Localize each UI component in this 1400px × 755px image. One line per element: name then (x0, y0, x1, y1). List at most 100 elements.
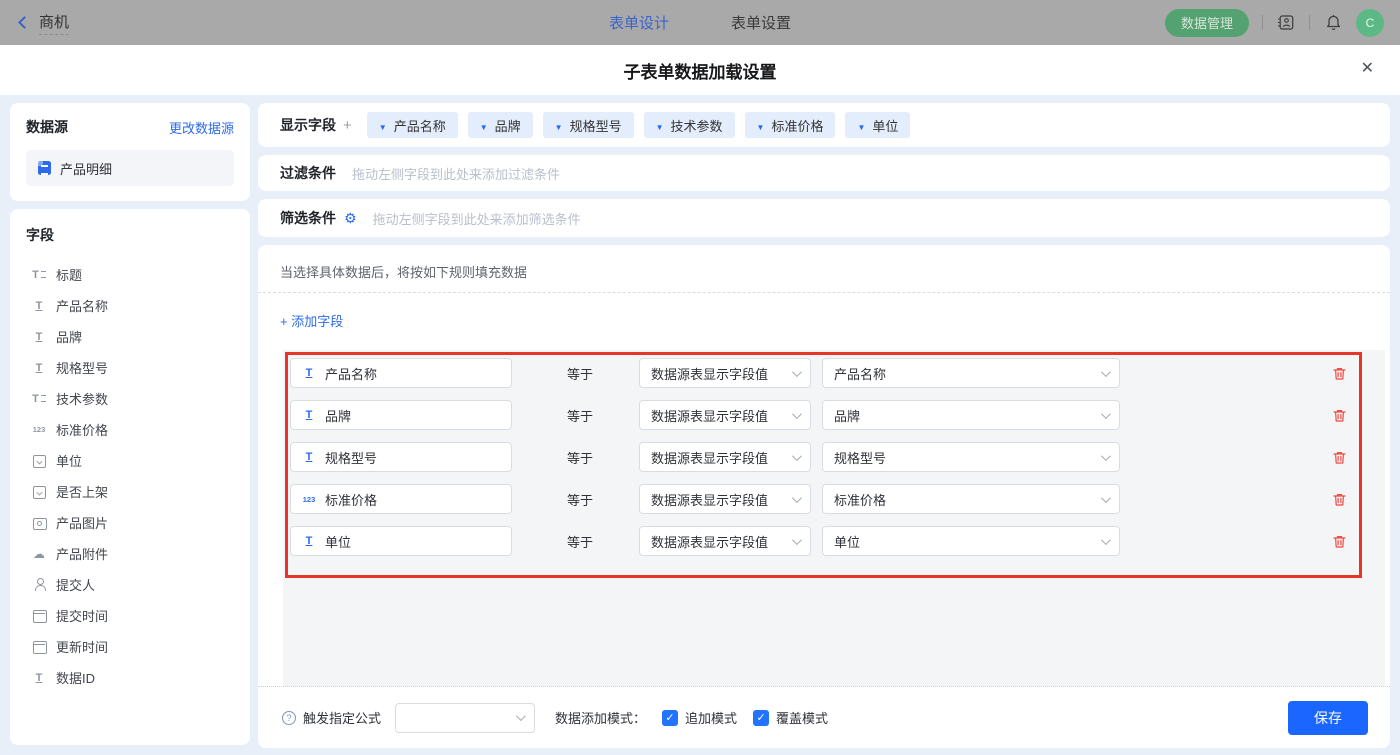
modal-body: 数据源 更改数据源 产品明细 字段 标题 产品名称 品牌 规格型号 技术参数 标… (0, 95, 1400, 755)
datasource-title: 数据源 (26, 117, 68, 137)
save-button[interactable]: 保存 (1288, 701, 1368, 735)
field-item[interactable]: 产品名称 (26, 290, 234, 321)
tag-label: 规格型号 (570, 116, 622, 135)
date-field-icon (31, 639, 47, 654)
field-item[interactable]: 标准价格 (26, 414, 234, 445)
display-field-tag[interactable]: 单位 (845, 112, 910, 138)
display-fields-label: 显示字段 (280, 115, 336, 135)
top-bar: 商机 表单设计 表单设置 数据管理 C (0, 0, 1400, 45)
sift-dropzone[interactable]: 拖动左侧字段到此处来添加筛选条件 (373, 209, 581, 228)
rule-target-select[interactable]: 单位 (822, 526, 1120, 556)
rule-row: 品牌 等于 数据源表显示字段值 品牌 (290, 400, 1359, 430)
triangle-down-icon (379, 118, 387, 133)
fields-title: 字段 (26, 225, 234, 245)
tag-label: 单位 (872, 116, 898, 135)
field-item-label: 提交时间 (56, 606, 108, 625)
text-field-icon (31, 360, 47, 375)
overwrite-mode-option[interactable]: 覆盖模式 (753, 708, 828, 727)
rule-target-select[interactable]: 产品名称 (822, 358, 1120, 388)
field-item[interactable]: 提交人 (26, 569, 234, 600)
triangle-down-icon (656, 118, 664, 133)
chevron-down-icon (792, 493, 802, 503)
rule-source-select[interactable]: 数据源表显示字段值 (639, 400, 811, 430)
gear-icon[interactable]: ⚙ (344, 211, 357, 225)
equals-operator: 等于 (567, 406, 593, 425)
field-item[interactable]: 提交时间 (26, 600, 234, 631)
tag-label: 技术参数 (671, 116, 723, 135)
display-field-tag[interactable]: 标准价格 (745, 112, 836, 138)
datasource-item[interactable]: 产品明细 (26, 150, 234, 186)
data-manage-button[interactable]: 数据管理 (1165, 9, 1249, 37)
triangle-down-icon (757, 118, 765, 133)
checkbox-label: 覆盖模式 (776, 708, 828, 727)
text-field-icon (31, 298, 47, 313)
delete-icon[interactable] (1332, 492, 1347, 507)
display-field-tag[interactable]: 规格型号 (543, 112, 634, 138)
rule-field-input[interactable]: 产品名称 (290, 358, 512, 388)
filter-dropzone[interactable]: 拖动左侧字段到此处来添加过滤条件 (352, 164, 560, 183)
delete-icon[interactable] (1332, 450, 1347, 465)
rule-row: 标准价格 等于 数据源表显示字段值 标准价格 (290, 484, 1359, 514)
field-item-label: 标准价格 (56, 420, 108, 439)
add-field-link[interactable]: + 添加字段 (280, 311, 343, 330)
rule-target-select[interactable]: 规格型号 (822, 442, 1120, 472)
formula-select[interactable] (395, 703, 535, 733)
rule-source-select[interactable]: 数据源表显示字段值 (639, 442, 811, 472)
avatar[interactable]: C (1356, 9, 1384, 37)
field-item[interactable]: 技术参数 (26, 383, 234, 414)
rule-field-input[interactable]: 品牌 (290, 400, 512, 430)
topbar-right-group: 数据管理 C (1165, 9, 1384, 37)
rule-field-label: 产品名称 (325, 364, 377, 383)
rule-field-input[interactable]: 规格型号 (290, 442, 512, 472)
field-item-label: 数据ID (56, 668, 95, 687)
close-icon[interactable]: ✕ (1361, 59, 1374, 79)
rule-source-select[interactable]: 数据源表显示字段值 (639, 484, 811, 514)
display-field-tag[interactable]: 品牌 (468, 112, 533, 138)
field-item-label: 品牌 (56, 327, 82, 346)
bell-icon[interactable] (1323, 13, 1343, 33)
append-mode-option[interactable]: 追加模式 (662, 708, 737, 727)
field-item-label: 产品附件 (56, 544, 108, 563)
fields-list: 标题 产品名称 品牌 规格型号 技术参数 标准价格 单位 是否上架 产品图片 产… (26, 259, 234, 693)
field-item[interactable]: 标题 (26, 259, 234, 290)
field-item[interactable]: 产品附件 (26, 538, 234, 569)
help-icon[interactable]: ? (282, 711, 296, 725)
checkbox-checked-icon[interactable] (662, 710, 678, 726)
field-item[interactable]: 规格型号 (26, 352, 234, 383)
checkbox-label: 追加模式 (685, 708, 737, 727)
change-datasource-link[interactable]: 更改数据源 (169, 118, 234, 137)
field-item[interactable]: 是否上架 (26, 476, 234, 507)
field-item[interactable]: 更新时间 (26, 631, 234, 662)
rule-field-label: 单位 (325, 532, 351, 551)
rule-field-input[interactable]: 单位 (290, 526, 512, 556)
rule-row: 产品名称 等于 数据源表显示字段值 产品名称 (290, 358, 1359, 388)
rule-source-select[interactable]: 数据源表显示字段值 (639, 526, 811, 556)
delete-icon[interactable] (1332, 408, 1347, 423)
add-display-field-button[interactable]: + (343, 117, 352, 134)
chevron-down-icon (1101, 493, 1111, 503)
contacts-icon[interactable] (1276, 13, 1296, 33)
tab-form-design[interactable]: 表单设计 (609, 12, 669, 33)
delete-icon[interactable] (1332, 534, 1347, 549)
field-item[interactable]: 产品图片 (26, 507, 234, 538)
number-field-icon (31, 422, 47, 437)
field-item[interactable]: 数据ID (26, 662, 234, 693)
delete-icon[interactable] (1332, 366, 1347, 381)
field-item[interactable]: 单位 (26, 445, 234, 476)
rule-target-select[interactable]: 标准价格 (822, 484, 1120, 514)
select-field-icon (31, 484, 47, 499)
field-item[interactable]: 品牌 (26, 321, 234, 352)
field-item-label: 单位 (56, 451, 82, 470)
rule-field-input[interactable]: 标准价格 (290, 484, 512, 514)
datasource-item-label: 产品明细 (60, 159, 112, 178)
checkbox-checked-icon[interactable] (753, 710, 769, 726)
tab-form-settings[interactable]: 表单设置 (731, 12, 791, 33)
display-field-tag[interactable]: 技术参数 (644, 112, 735, 138)
tag-label: 产品名称 (394, 116, 446, 135)
triangle-down-icon (555, 118, 563, 133)
rules-highlight-box: 产品名称 等于 数据源表显示字段值 产品名称 品牌 等于 数据源表显示字段值 品… (285, 352, 1362, 578)
rule-target-select[interactable]: 品牌 (822, 400, 1120, 430)
rule-source-value: 数据源表显示字段值 (651, 364, 768, 383)
display-field-tag[interactable]: 产品名称 (367, 112, 458, 138)
rule-source-select[interactable]: 数据源表显示字段值 (639, 358, 811, 388)
